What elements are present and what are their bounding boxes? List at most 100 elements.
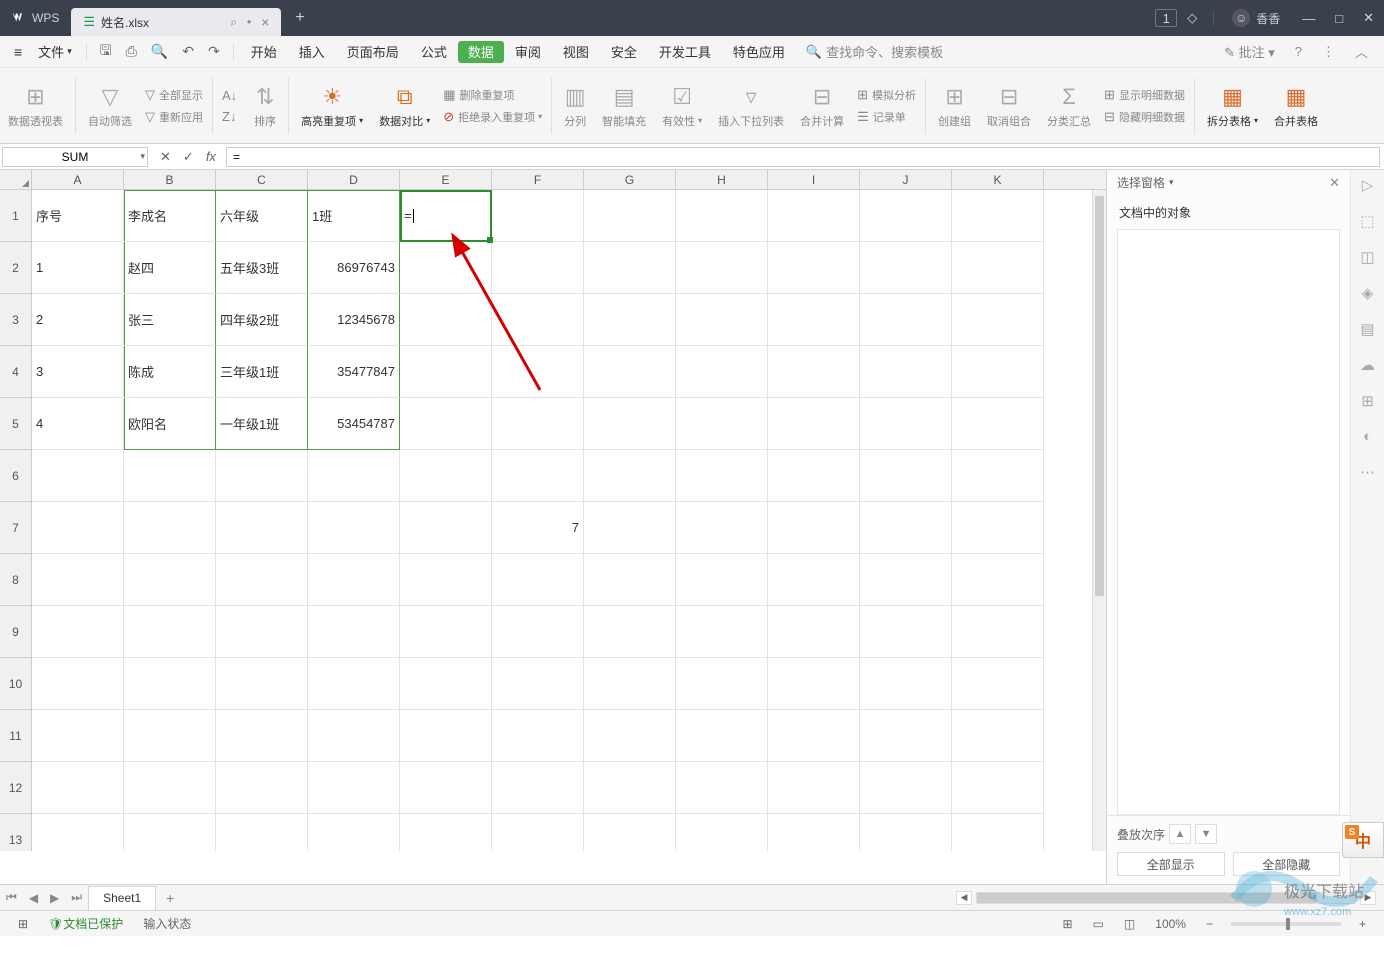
name-box[interactable]: SUM▾ — [2, 147, 148, 167]
cell[interactable] — [400, 762, 492, 814]
cell[interactable] — [308, 554, 400, 606]
flash-fill-button[interactable]: ▤智能填充 — [594, 68, 654, 143]
cell[interactable] — [860, 398, 952, 450]
cell[interactable] — [492, 554, 584, 606]
cell[interactable] — [952, 502, 1044, 554]
rail-property-icon[interactable]: ▤ — [1360, 320, 1374, 338]
subtotal-button[interactable]: Σ分类汇总 — [1039, 68, 1099, 143]
cell[interactable] — [952, 658, 1044, 710]
row-header[interactable]: 8 — [0, 554, 32, 606]
cell[interactable]: 12345678 — [308, 294, 400, 346]
cell[interactable] — [308, 502, 400, 554]
col-header-b[interactable]: B — [124, 170, 216, 189]
cell[interactable] — [584, 606, 676, 658]
zoom-in-icon[interactable]: + — [1349, 917, 1376, 931]
cell[interactable] — [32, 450, 124, 502]
view-page-icon[interactable]: ▭ — [1083, 917, 1114, 931]
cell[interactable]: 张三 — [124, 294, 216, 346]
cell[interactable] — [860, 814, 952, 851]
cell[interactable] — [492, 398, 584, 450]
cell[interactable] — [860, 710, 952, 762]
data-compare-button[interactable]: ⧉数据对比▾ — [371, 68, 438, 143]
status-layout-icon[interactable]: ⊞ — [8, 917, 38, 931]
cell[interactable] — [400, 346, 492, 398]
tab-start[interactable]: 开始 — [240, 36, 288, 67]
cell[interactable] — [676, 762, 768, 814]
cell[interactable] — [860, 762, 952, 814]
cell[interactable] — [676, 606, 768, 658]
rail-limit-icon[interactable]: ⊞ — [1361, 392, 1374, 410]
cell[interactable] — [768, 294, 860, 346]
row-header[interactable]: 11 — [0, 710, 32, 762]
cell[interactable]: 2 — [32, 294, 124, 346]
cell[interactable] — [952, 762, 1044, 814]
insert-dropdown-button[interactable]: ▿插入下拉列表 — [710, 68, 792, 143]
cell[interactable] — [124, 502, 216, 554]
formula-input[interactable]: = — [226, 147, 1380, 167]
cell[interactable] — [952, 242, 1044, 294]
tab-pin-icon[interactable]: • — [247, 15, 251, 29]
cell[interactable] — [216, 554, 308, 606]
merge-table-button[interactable]: ▦合并表格 — [1266, 68, 1326, 143]
cell[interactable] — [32, 762, 124, 814]
sheet-nav-last-icon[interactable]: ⏭ — [65, 890, 88, 905]
rail-expand-icon[interactable]: ▷ — [1362, 176, 1374, 194]
add-sheet-icon[interactable]: + — [156, 890, 184, 906]
cell[interactable] — [32, 658, 124, 710]
cell[interactable] — [768, 762, 860, 814]
cell[interactable] — [676, 398, 768, 450]
move-down-button[interactable]: ▼ — [1195, 824, 1217, 844]
save-icon[interactable]: 🖫 — [93, 40, 119, 64]
cell[interactable] — [216, 762, 308, 814]
cell[interactable] — [124, 606, 216, 658]
cell[interactable] — [768, 502, 860, 554]
remove-duplicates-button[interactable]: ▦删除重复项 — [443, 87, 542, 103]
cell[interactable] — [492, 658, 584, 710]
record-form-button[interactable]: ☰记录单 — [857, 109, 916, 125]
spreadsheet-grid[interactable]: A B C D E F G H I J K 1序号李成名六年级1班=21赵四五年… — [0, 170, 1106, 851]
sheet-nav-prev-icon[interactable]: ◀ — [23, 891, 44, 905]
cell[interactable] — [952, 190, 1044, 242]
cell[interactable] — [492, 346, 584, 398]
cell[interactable] — [492, 294, 584, 346]
file-menu[interactable]: 文件▾ — [30, 42, 80, 61]
cell[interactable]: 35477847 — [308, 346, 400, 398]
window-minimize-icon[interactable]: — — [1292, 11, 1325, 26]
move-up-button[interactable]: ▲ — [1169, 824, 1191, 844]
cell[interactable] — [676, 554, 768, 606]
cell[interactable]: 五年级3班 — [216, 242, 308, 294]
row-header[interactable]: 5 — [0, 398, 32, 450]
cell[interactable] — [216, 502, 308, 554]
close-tab-icon[interactable]: × — [261, 14, 269, 30]
cell[interactable] — [400, 710, 492, 762]
show-all-objects-button[interactable]: 全部显示 — [1117, 852, 1225, 876]
row-header[interactable]: 6 — [0, 450, 32, 502]
cell[interactable]: 4 — [32, 398, 124, 450]
close-pane-icon[interactable]: ✕ — [1329, 175, 1340, 191]
cell[interactable] — [768, 658, 860, 710]
rail-more-icon[interactable]: ⋯ — [1360, 463, 1375, 481]
cell[interactable] — [124, 814, 216, 851]
sheet-nav-first-icon[interactable]: ⏮ — [0, 890, 23, 905]
zoom-level[interactable]: 100% — [1145, 917, 1196, 931]
sort-asc-icon[interactable]: A↓ — [222, 88, 241, 103]
col-header-f[interactable]: F — [492, 170, 584, 189]
cell[interactable] — [584, 814, 676, 851]
cell[interactable]: 7 — [492, 502, 584, 554]
cell[interactable]: 欧阳名 — [124, 398, 216, 450]
cell[interactable]: = — [400, 190, 492, 242]
cell[interactable] — [308, 450, 400, 502]
what-if-button[interactable]: ⊞模拟分析 — [857, 87, 916, 103]
tab-review[interactable]: 审阅 — [504, 36, 552, 67]
row-header[interactable]: 1 — [0, 190, 32, 242]
window-maximize-icon[interactable]: □ — [1325, 11, 1353, 26]
hamburger-icon[interactable]: ≡ — [6, 44, 30, 60]
zoom-slider[interactable] — [1231, 922, 1341, 926]
col-header-i[interactable]: I — [768, 170, 860, 189]
cell[interactable] — [768, 190, 860, 242]
cell[interactable] — [216, 814, 308, 851]
cell[interactable] — [676, 502, 768, 554]
select-all-corner[interactable] — [0, 170, 32, 189]
hscroll-left-icon[interactable]: ◀ — [956, 891, 972, 905]
cancel-formula-icon[interactable]: ✕ — [154, 149, 177, 165]
